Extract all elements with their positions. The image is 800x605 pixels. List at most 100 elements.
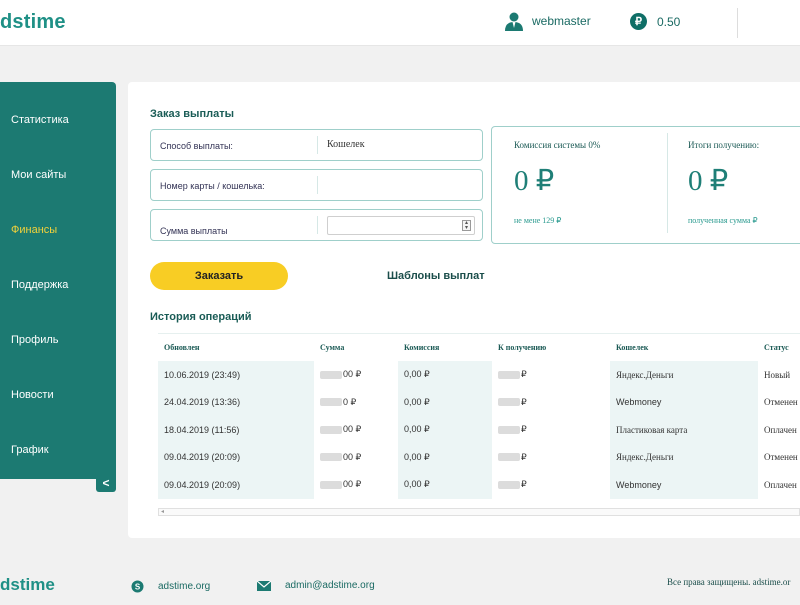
redacted-block bbox=[320, 398, 342, 407]
footer: dstime S adstime.org admin@adstime.org В… bbox=[0, 560, 800, 605]
chevron-left-icon: < bbox=[102, 476, 110, 490]
redacted-block bbox=[320, 480, 342, 489]
cell-status: Новый bbox=[764, 369, 791, 380]
user-menu[interactable]: webmaster bbox=[504, 11, 591, 31]
ruble-icon: ₽ bbox=[630, 13, 647, 30]
column-header-receive[interactable]: К получению bbox=[492, 334, 610, 361]
footer-email[interactable]: admin@adstime.org bbox=[257, 580, 375, 591]
table-row[interactable]: 09.04.2019 (20:09) 00 ₽ 0,00 ₽ ₽ Яндекс.… bbox=[158, 443, 800, 472]
cell-updated: 18.04.2019 (11:56) bbox=[158, 416, 314, 444]
table-row[interactable]: 24.04.2019 (13:36) 0 ₽ 0,00 ₽ ₽ Webmoney… bbox=[158, 388, 800, 417]
balance: ₽ 0.50 bbox=[630, 13, 680, 30]
table-row[interactable]: 18.04.2019 (11:56) 00 ₽ 0,00 ₽ ₽ Пластик… bbox=[158, 416, 800, 444]
cell-wallet: Яндекс.Деньги bbox=[610, 361, 758, 389]
email-contact[interactable]: admin@adstime.org bbox=[285, 580, 375, 591]
redacted-block bbox=[498, 480, 520, 489]
header-divider bbox=[737, 8, 738, 38]
cell-updated: 10.06.2019 (23:49) bbox=[158, 361, 314, 389]
cell-commission: 0,00 ₽ bbox=[398, 388, 492, 416]
redacted-block bbox=[498, 370, 520, 379]
skype-icon: S bbox=[131, 580, 144, 593]
field-separator bbox=[317, 176, 318, 194]
cell-receive: ₽ bbox=[492, 361, 610, 389]
commission-caption: Комиссия системы 0% bbox=[514, 140, 601, 150]
cell-wallet: Пластиковая карта bbox=[610, 416, 758, 444]
total-caption: Итоги получению: bbox=[688, 140, 760, 150]
cell-amount: 00 ₽ bbox=[314, 471, 398, 499]
table-row[interactable]: 10.06.2019 (23:49) 00 ₽ 0,00 ₽ ₽ Яндекс.… bbox=[158, 361, 800, 389]
field-separator bbox=[317, 136, 318, 154]
cell-wallet: Яндекс.Деньги bbox=[610, 443, 758, 471]
cell-receive: ₽ bbox=[492, 444, 610, 472]
cell-receive: ₽ bbox=[492, 389, 610, 417]
total-block: Итоги получению: 0 ₽ полученная сумма ₽ bbox=[688, 127, 800, 245]
commission-value: 0 ₽ bbox=[514, 165, 555, 197]
cell-receive: ₽ bbox=[492, 471, 610, 499]
scroll-left-icon[interactable]: ◂ bbox=[161, 509, 167, 515]
copyright: Все права защищены. adstime.or bbox=[667, 577, 791, 587]
redacted-block bbox=[498, 453, 520, 462]
column-header-wallet[interactable]: Кошелек bbox=[610, 334, 758, 361]
cell-receive: ₽ bbox=[492, 416, 610, 444]
table-header-row: Обновлен Сумма Комиссия К получению Коше… bbox=[158, 334, 800, 361]
payout-amount-label: Сумма выплаты bbox=[160, 226, 228, 236]
cell-amount: 00 ₽ bbox=[314, 444, 398, 472]
sidebar-item-my-sites[interactable]: Мои сайты bbox=[11, 169, 66, 181]
cell-wallet: Webmoney bbox=[610, 471, 758, 499]
cell-amount: 0 ₽ bbox=[314, 389, 398, 417]
payout-method-label: Способ выплаты: bbox=[160, 141, 233, 151]
cell-updated: 09.04.2019 (20:09) bbox=[158, 471, 314, 499]
card-number-label: Номер карты / кошелька: bbox=[160, 181, 265, 191]
cell-commission: 0,00 ₽ bbox=[398, 361, 492, 389]
commission-block: Комиссия системы 0% 0 ₽ не мене 129 ₽ bbox=[514, 127, 664, 245]
payout-templates-link[interactable]: Шаблоны выплат bbox=[387, 270, 485, 282]
sidebar-item-schedule[interactable]: График bbox=[11, 444, 49, 456]
payout-method-value[interactable]: Кошелек bbox=[327, 139, 365, 150]
column-header-status[interactable]: Статус bbox=[758, 334, 800, 361]
cell-status: Оплачен bbox=[764, 479, 797, 490]
redacted-block bbox=[498, 425, 520, 434]
payout-amount-field[interactable]: Сумма выплаты ▴ ▾ bbox=[150, 209, 483, 241]
summary-divider bbox=[667, 133, 668, 233]
logo[interactable]: dstime bbox=[0, 11, 66, 34]
order-payout-button[interactable]: Заказать bbox=[150, 262, 288, 290]
cell-updated: 24.04.2019 (13:36) bbox=[158, 388, 314, 416]
sidebar-item-support[interactable]: Поддержка bbox=[11, 279, 68, 291]
cell-amount: 00 ₽ bbox=[314, 361, 398, 389]
sidebar-item-finance[interactable]: Финансы bbox=[11, 224, 57, 236]
history-table: Обновлен Сумма Комиссия К получению Коше… bbox=[158, 333, 800, 518]
total-value: 0 ₽ bbox=[688, 165, 729, 197]
skype-contact[interactable]: adstime.org bbox=[158, 581, 210, 592]
mail-icon bbox=[257, 580, 271, 591]
cell-commission: 0,00 ₽ bbox=[398, 471, 492, 499]
svg-text:S: S bbox=[135, 583, 141, 592]
sidebar: Статистика Мои сайты Финансы Поддержка П… bbox=[0, 82, 116, 479]
payout-amount-input[interactable]: ▴ ▾ bbox=[327, 216, 475, 235]
history-title: История операций bbox=[150, 311, 252, 323]
column-header-updated[interactable]: Обновлен bbox=[158, 334, 314, 361]
cell-status: Оплачен bbox=[764, 424, 797, 435]
balance-value: 0.50 bbox=[657, 14, 681, 29]
main-panel: Заказ выплаты Способ выплаты: Кошелек Но… bbox=[128, 82, 800, 538]
card-number-field[interactable]: Номер карты / кошелька: bbox=[150, 169, 483, 201]
footer-skype[interactable]: S adstime.org bbox=[131, 580, 210, 593]
redacted-block bbox=[320, 425, 342, 434]
table-horizontal-scrollbar[interactable]: ◂ bbox=[158, 508, 800, 516]
username: webmaster bbox=[532, 14, 591, 28]
summary-box: Комиссия системы 0% 0 ₽ не мене 129 ₽ Ит… bbox=[491, 126, 800, 244]
sidebar-item-profile[interactable]: Профиль bbox=[11, 334, 59, 346]
payout-method-field[interactable]: Способ выплаты: Кошелек bbox=[150, 129, 483, 161]
total-note: полученная сумма ₽ bbox=[688, 216, 758, 225]
spinner-icon[interactable]: ▴ ▾ bbox=[462, 220, 471, 231]
sidebar-collapse-button[interactable]: < bbox=[96, 474, 116, 492]
cell-updated: 09.04.2019 (20:09) bbox=[158, 443, 314, 471]
cell-amount: 00 ₽ bbox=[314, 416, 398, 444]
cell-status: Отменен bbox=[764, 452, 798, 463]
table-row[interactable]: 09.04.2019 (20:09) 00 ₽ 0,00 ₽ ₽ Webmone… bbox=[158, 471, 800, 499]
sidebar-item-news[interactable]: Новости bbox=[11, 389, 54, 401]
commission-note: не мене 129 ₽ bbox=[514, 216, 562, 225]
column-header-commission[interactable]: Комиссия bbox=[398, 334, 492, 361]
footer-logo[interactable]: dstime bbox=[0, 575, 55, 595]
column-header-amount[interactable]: Сумма bbox=[314, 334, 398, 361]
sidebar-item-statistics[interactable]: Статистика bbox=[11, 114, 69, 126]
